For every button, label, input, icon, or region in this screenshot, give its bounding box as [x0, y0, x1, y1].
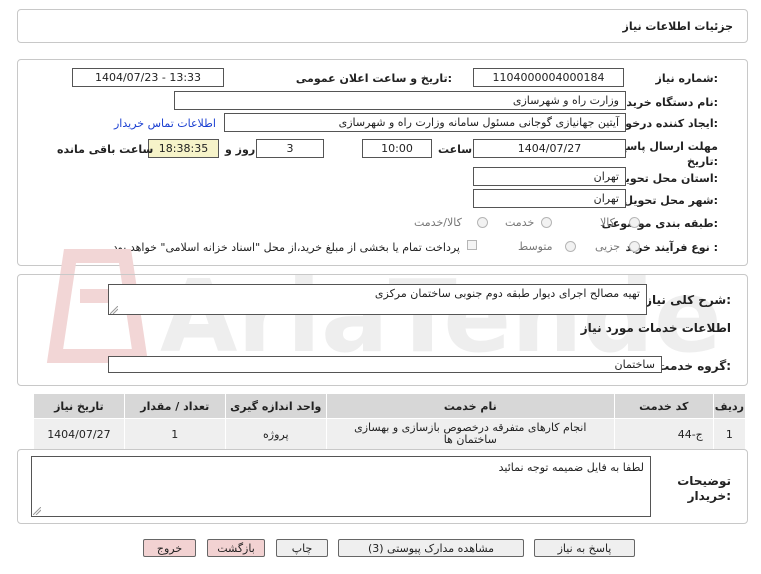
exit-button[interactable]: خروج: [143, 539, 196, 557]
buyer-notes-label-2: خریدار:: [687, 489, 731, 503]
process-option-medium: متوسط: [518, 240, 553, 253]
category-radio-goods-service[interactable]: [477, 217, 488, 228]
col-row: ردیف: [712, 393, 747, 419]
category-label: طبقه بندی موضوعی:: [601, 217, 718, 230]
header-bar: جزئیات اطلاعات نیاز: [17, 9, 748, 43]
deadline-time-field: 10:00: [362, 139, 432, 158]
col-qty: تعداد / مقدار: [123, 393, 226, 419]
process-radio-minor[interactable]: [629, 241, 640, 252]
buyer-notes-label: توضیحات: [677, 474, 731, 488]
time-label: ساعت: [438, 143, 473, 156]
province-label: استان محل تحویل:: [615, 172, 718, 185]
deadline-date-field: 1404/07/27: [473, 139, 626, 158]
print-button[interactable]: چاپ: [276, 539, 328, 557]
col-date: تاریخ نیاز: [33, 393, 125, 419]
category-option-goods: کالا: [600, 216, 615, 229]
payment-note: پرداخت تمام یا بخشی از مبلغ خرید،از محل …: [109, 241, 460, 254]
buyer-org-label: نام دستگاه خریدار:: [616, 96, 718, 109]
service-group-label: گروه خدمت:: [657, 359, 731, 373]
description-field: تهیه مصالح اجرای دیوار طبقه دوم جنوبی سا…: [108, 284, 647, 315]
deadline-label-2: تاریخ:: [686, 155, 718, 168]
back-button[interactable]: بازگشت: [207, 539, 265, 557]
col-unit: واحد اندازه گیری: [224, 393, 327, 419]
city-field: تهران: [473, 189, 626, 208]
services-section-title: اطلاعات خدمات مورد نیاز: [580, 321, 731, 335]
remaining-label: ساعت باقی مانده: [57, 143, 154, 156]
reply-button[interactable]: پاسخ به نیاز: [534, 539, 635, 557]
remaining-time-field: 18:38:35: [148, 139, 219, 158]
treasury-checkbox[interactable]: [467, 240, 477, 250]
days-label: روز و: [225, 143, 256, 156]
buyer-notes-field: لطفا به فایل ضمیمه توجه نمائید: [31, 456, 651, 517]
page-title: جزئیات اطلاعات نیاز: [622, 20, 734, 33]
cell-unit: پروژه: [224, 418, 327, 450]
announce-field: 1404/07/23 - 13:33: [72, 68, 224, 87]
category-option-service: خدمت: [505, 216, 535, 229]
description-label: شرح کلی نیاز:: [645, 293, 731, 307]
need-number-label: شماره نیاز:: [655, 72, 718, 85]
cell-qty: 1: [123, 418, 226, 450]
cell-code: ج-44: [613, 418, 714, 450]
documents-button[interactable]: مشاهده مدارک پیوستی (3): [338, 539, 524, 557]
category-radio-goods[interactable]: [629, 217, 640, 228]
process-option-minor: جزیی: [595, 240, 621, 253]
col-name: نام خدمت: [325, 393, 615, 419]
creator-field: آیتین جهانیازی گوجانی مسئول سامانه وزارت…: [224, 113, 626, 132]
service-group-field: ساختمان: [108, 356, 662, 373]
announce-label: تاریخ و ساعت اعلان عمومی:: [295, 72, 452, 85]
notes-resize-handle-icon[interactable]: [33, 507, 41, 515]
process-radio-medium[interactable]: [565, 241, 576, 252]
resize-handle-icon[interactable]: [110, 306, 118, 314]
buyer-org-field: وزارت راه و شهرسازی: [174, 91, 626, 110]
need-number-field: 1104000004000184: [473, 68, 624, 87]
category-radio-service[interactable]: [541, 217, 552, 228]
table-row: 1 ج-44 انجام کارهای متفرقه درخصوص بازساز…: [33, 418, 747, 450]
category-option-goods-service: کالا/خدمت: [414, 216, 462, 229]
cell-name: انجام کارهای متفرقه درخصوص بازسازی و بهس…: [325, 418, 615, 450]
cell-row: 1: [712, 418, 747, 450]
cell-date: 1404/07/27: [33, 418, 125, 450]
contact-link[interactable]: اطلاعات تماس خریدار: [114, 117, 216, 130]
services-table: ردیف کد خدمت نام خدمت واحد اندازه گیری ت…: [33, 393, 747, 450]
city-label: شهر محل تحویل:: [623, 194, 718, 207]
days-field: 3: [256, 139, 324, 158]
province-field: تهران: [473, 167, 626, 186]
col-code: کد خدمت: [613, 393, 714, 419]
